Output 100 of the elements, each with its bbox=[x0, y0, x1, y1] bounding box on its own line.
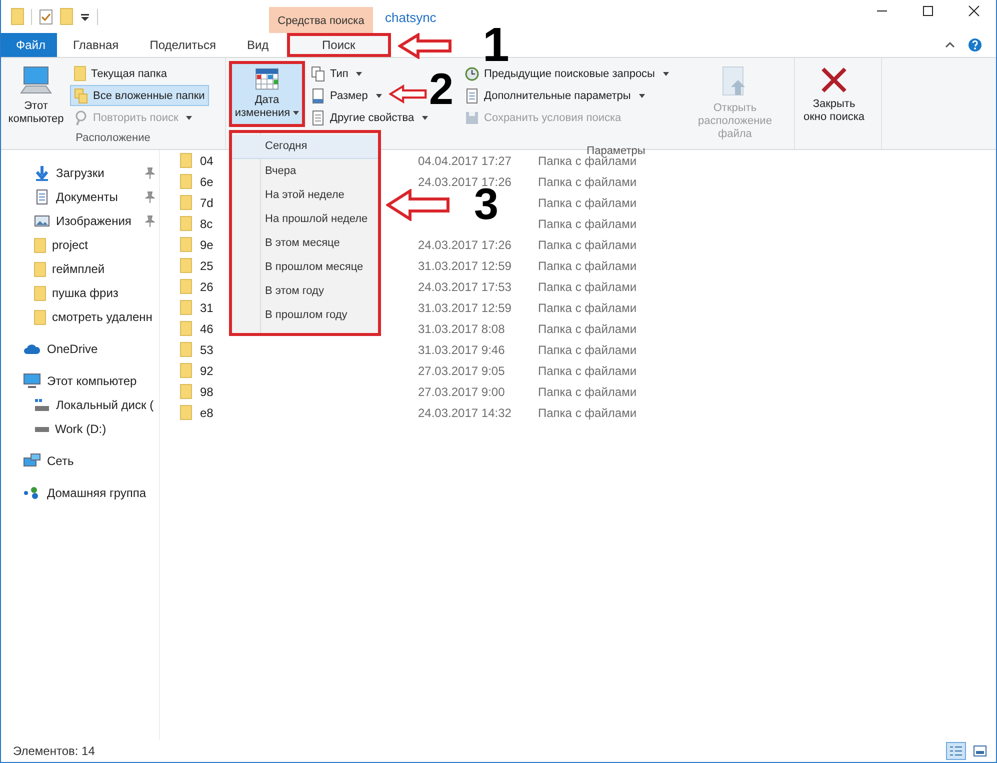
file-name[interactable]: 25 bbox=[200, 258, 214, 272]
pin-icon[interactable] bbox=[145, 191, 155, 203]
nav-item[interactable]: Документы bbox=[1, 185, 159, 209]
save-icon bbox=[465, 110, 479, 124]
document-icon bbox=[34, 189, 50, 205]
nav-item[interactable]: Work (D:) bbox=[1, 417, 159, 441]
menu-item[interactable]: В прошлом году bbox=[232, 303, 378, 327]
file-name[interactable]: 53 bbox=[200, 342, 214, 356]
file-type: Папка с файлами bbox=[538, 280, 637, 294]
nav-item[interactable]: OneDrive bbox=[1, 337, 159, 361]
close-search-button[interactable]: Закрыть окно поиска bbox=[798, 62, 870, 149]
folder-icon bbox=[180, 258, 192, 273]
folder-icon bbox=[180, 363, 192, 378]
menu-item[interactable]: В этом месяце bbox=[232, 231, 378, 255]
item-count: Элементов: 14 bbox=[13, 744, 95, 758]
caret-icon bbox=[186, 116, 192, 120]
nav-item[interactable]: Загрузки bbox=[1, 161, 159, 185]
file-name[interactable]: 9e bbox=[200, 238, 214, 252]
date-modified-button[interactable]: Дата изменения bbox=[229, 61, 305, 127]
caret-icon bbox=[293, 111, 300, 116]
ribbon-item-button[interactable]: Текущая папка bbox=[70, 63, 209, 84]
nav-item[interactable]: project bbox=[1, 233, 159, 257]
nav-item[interactable]: Этот компьютер bbox=[1, 369, 159, 393]
ribbon-tab[interactable]: Поделиться bbox=[134, 33, 231, 57]
file-name[interactable]: 92 bbox=[200, 364, 214, 378]
file-name[interactable]: 8c bbox=[200, 216, 213, 230]
ribbon-item-button[interactable]: Дополнительные параметры bbox=[461, 85, 673, 106]
computer-icon bbox=[19, 66, 53, 96]
ribbon-tab[interactable]: Главная bbox=[58, 33, 134, 57]
file-type: Папка с файлами bbox=[538, 258, 637, 272]
group-label: Параметры bbox=[586, 145, 646, 157]
file-name[interactable]: 7d bbox=[200, 196, 214, 210]
callout-arrow bbox=[386, 189, 450, 221]
close-icon[interactable] bbox=[968, 4, 980, 16]
nav-item[interactable]: геймплей bbox=[1, 257, 159, 281]
collapse-icon[interactable] bbox=[944, 40, 956, 50]
menu-item[interactable]: Вчера bbox=[232, 159, 378, 183]
file-date: 31.03.2017 12:59 bbox=[418, 258, 512, 272]
file-date: 27.03.2017 9:00 bbox=[418, 384, 505, 398]
nav-item[interactable]: пушка фриз bbox=[1, 281, 159, 305]
list-icon bbox=[949, 745, 963, 757]
nav-item[interactable]: Локальный диск ( bbox=[1, 393, 159, 417]
file-type: Папка с файлами bbox=[538, 322, 637, 336]
download-icon bbox=[34, 165, 50, 181]
document-icon bbox=[311, 110, 325, 126]
folder-icon bbox=[74, 66, 86, 81]
menu-item[interactable]: В этом году bbox=[232, 279, 378, 303]
window-title: chatsync bbox=[384, 10, 438, 27]
file-date: 24.03.2017 17:26 bbox=[418, 238, 512, 252]
group-label: Расположение bbox=[74, 132, 152, 146]
file-type: Папка с файлами bbox=[538, 196, 637, 210]
file-name[interactable]: e8 bbox=[200, 406, 214, 420]
menu-item[interactable]: На прошлой неделе bbox=[232, 207, 378, 231]
ribbon-tab[interactable]: Вид bbox=[232, 33, 284, 57]
folder-icon bbox=[180, 279, 192, 294]
folder-icon bbox=[180, 300, 192, 315]
folder-icon bbox=[34, 310, 46, 324]
menu-item[interactable]: На этой неделе bbox=[232, 183, 378, 207]
file-name[interactable]: 46 bbox=[200, 322, 214, 336]
calendar-icon bbox=[253, 68, 281, 90]
caret-icon[interactable] bbox=[80, 12, 90, 22]
folder-icon bbox=[180, 237, 192, 252]
details-view-button[interactable] bbox=[946, 742, 966, 760]
pin-icon[interactable] bbox=[145, 167, 155, 179]
nav-item[interactable]: Домашняя группа bbox=[1, 481, 159, 505]
file-name[interactable]: 98 bbox=[200, 384, 214, 398]
file-type: Папка с файлами bbox=[538, 364, 637, 378]
document-icon bbox=[311, 88, 325, 104]
help-icon[interactable] bbox=[968, 38, 982, 52]
menu-item[interactable]: В прошлом месяце bbox=[232, 255, 378, 279]
folder-icon bbox=[180, 195, 192, 210]
nav-item[interactable]: Изображения bbox=[1, 209, 159, 233]
drive-icon bbox=[35, 426, 49, 432]
file-name[interactable]: 6e bbox=[200, 174, 214, 188]
ribbon-tab[interactable]: Файл bbox=[1, 33, 57, 57]
document-icon bbox=[465, 88, 479, 104]
folder-icon bbox=[180, 321, 192, 336]
file-name[interactable]: 04 bbox=[200, 154, 214, 168]
file-name[interactable]: 31 bbox=[200, 300, 214, 314]
maximize-icon[interactable] bbox=[922, 4, 934, 16]
file-name[interactable]: 26 bbox=[200, 280, 214, 294]
nav-item[interactable]: смотреть удаленн bbox=[1, 305, 159, 329]
properties-icon[interactable] bbox=[39, 8, 53, 24]
cloud-icon bbox=[23, 343, 41, 355]
ribbon-item-button[interactable]: Все вложенные папки bbox=[70, 85, 209, 106]
caret-icon bbox=[422, 116, 428, 120]
folder-icon bbox=[180, 216, 192, 231]
nav-item[interactable]: Сеть bbox=[1, 449, 159, 473]
this-pc-button[interactable]: Этот компьютер bbox=[4, 62, 68, 132]
preview-icon bbox=[973, 745, 987, 757]
folder-icon bbox=[34, 286, 46, 300]
folder-icon bbox=[180, 153, 192, 168]
menu-item[interactable]: Сегодня bbox=[232, 135, 378, 159]
context-tab-header: Средства поиска bbox=[269, 7, 373, 33]
caret-icon bbox=[638, 94, 645, 98]
folder-icon bbox=[34, 262, 46, 276]
pin-icon[interactable] bbox=[145, 215, 155, 227]
file-date: 31.03.2017 12:59 bbox=[418, 300, 512, 314]
folder-icon bbox=[180, 174, 192, 189]
caret-icon bbox=[662, 72, 669, 76]
